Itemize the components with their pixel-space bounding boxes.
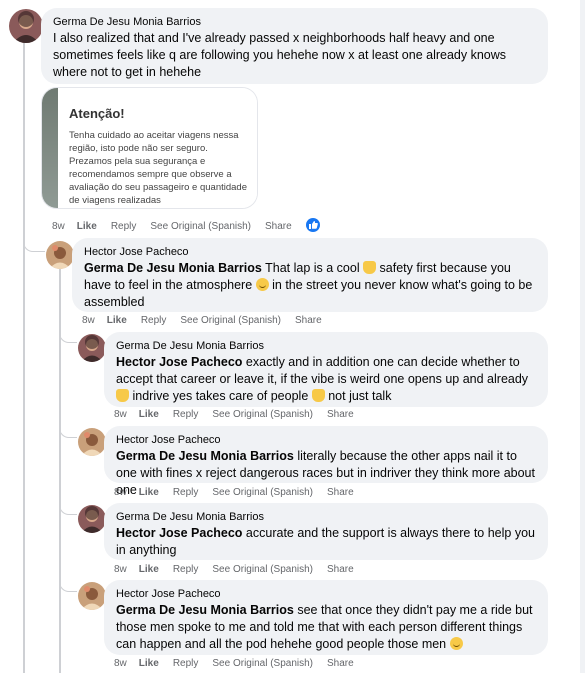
avatar[interactable]: [78, 334, 106, 362]
comment-author[interactable]: Germa De Jesu Monia Barrios: [53, 15, 536, 29]
avatar[interactable]: [46, 241, 74, 269]
comment-text: Germa De Jesu Monia Barrios see that onc…: [116, 602, 536, 653]
see-original-link[interactable]: See Original (Spanish): [150, 221, 251, 232]
comment-bubble: Hector Jose Pacheco Germa De Jesu Monia …: [104, 426, 548, 497]
see-original-link[interactable]: See Original (Spanish): [212, 487, 313, 498]
text-segment: That lap is a cool: [261, 261, 364, 275]
avatar[interactable]: [78, 505, 106, 533]
scrollbar-track[interactable]: [580, 0, 585, 673]
like-button[interactable]: Like: [77, 221, 97, 232]
like-button[interactable]: Like: [139, 487, 159, 498]
thumbs-up-emoji: [116, 389, 129, 402]
comment-actions: 8w Like Reply See Original (Spanish) Share: [52, 218, 334, 233]
comment-actions: 8w Like Reply See Original (Spanish) Share: [114, 658, 368, 670]
comment-actions: 8w Like Reply See Original (Spanish) Share: [82, 315, 336, 327]
share-button[interactable]: Share: [265, 221, 292, 232]
like-button[interactable]: Like: [139, 564, 159, 575]
reply-button[interactable]: Reply: [111, 221, 137, 232]
thread-elbow: [59, 325, 77, 343]
avatar[interactable]: [78, 582, 106, 610]
reply-button[interactable]: Reply: [141, 315, 167, 326]
share-button[interactable]: Share: [295, 315, 322, 326]
thread-line-main: [23, 42, 25, 673]
comment-text: Hector Jose Pacheco accurate and the sup…: [116, 525, 536, 559]
comment-bubble: Hector Jose Pacheco Germa De Jesu Monia …: [104, 580, 548, 655]
comment-bubble: Hector Jose Pacheco Germa De Jesu Monia …: [72, 238, 548, 312]
reply-button[interactable]: Reply: [173, 658, 199, 669]
comment-author[interactable]: Hector Jose Pacheco: [116, 433, 536, 447]
attachment-body: Tenha cuidado ao aceitar viagens nessa r…: [69, 130, 247, 206]
timestamp[interactable]: 8w: [114, 658, 127, 669]
mention-link[interactable]: Hector Jose Pacheco: [116, 526, 242, 540]
comment-bubble: Germa De Jesu Monia Barrios Hector Jose …: [104, 332, 548, 407]
raising-hands-emoji: [311, 389, 325, 402]
thumbs-up-icon[interactable]: [305, 218, 320, 232]
attachment-background: [42, 88, 58, 208]
timestamp[interactable]: 8w: [82, 315, 95, 326]
reply-button[interactable]: Reply: [173, 487, 199, 498]
see-original-link[interactable]: See Original (Spanish): [212, 409, 313, 420]
comment-actions: 8w Like Reply See Original (Spanish) Share: [114, 564, 368, 576]
text-segment: indrive yes takes care of people: [129, 389, 312, 403]
mention-link[interactable]: Germa De Jesu Monia Barrios: [84, 261, 262, 275]
see-original-link[interactable]: See Original (Spanish): [212, 564, 313, 575]
comment-author[interactable]: Hector Jose Pacheco: [116, 587, 536, 601]
thread-line-reply: [59, 262, 61, 673]
thread-elbow: [59, 497, 77, 515]
smiling-face-emoji: [449, 637, 463, 650]
comment-actions: 8w Like Reply See Original (Spanish) Share: [114, 487, 368, 499]
text-segment: not just talk: [324, 389, 392, 403]
share-button[interactable]: Share: [327, 658, 354, 669]
comment-text: I also realized that and I've already pa…: [53, 31, 507, 79]
reply-button[interactable]: Reply: [173, 564, 199, 575]
mention-link[interactable]: Hector Jose Pacheco: [116, 355, 242, 369]
like-button[interactable]: Like: [107, 315, 127, 326]
mention-link[interactable]: Germa De Jesu Monia Barrios: [116, 449, 294, 463]
thread-elbow: [59, 420, 77, 438]
timestamp[interactable]: 8w: [114, 487, 127, 498]
comment-actions: 8w Like Reply See Original (Spanish) Share: [114, 409, 368, 421]
smiling-face-emoji: [255, 278, 269, 291]
comment-author[interactable]: Germa De Jesu Monia Barrios: [116, 510, 536, 524]
share-button[interactable]: Share: [327, 487, 354, 498]
like-button[interactable]: Like: [139, 409, 159, 420]
timestamp[interactable]: 8w: [114, 564, 127, 575]
avatar[interactable]: [78, 428, 106, 456]
image-attachment[interactable]: Atenção! Tenha cuidado ao aceitar viagen…: [41, 87, 258, 209]
mention-link[interactable]: Germa De Jesu Monia Barrios: [116, 603, 294, 617]
avatar[interactable]: [9, 9, 43, 43]
attachment-title: Atenção!: [69, 106, 125, 121]
comment-text: Hector Jose Pacheco exactly and in addit…: [116, 354, 536, 405]
thread-elbow: [59, 574, 77, 592]
reply-button[interactable]: Reply: [173, 409, 199, 420]
like-button[interactable]: Like: [139, 658, 159, 669]
timestamp[interactable]: 8w: [52, 221, 65, 232]
thread-elbow: [23, 232, 45, 252]
see-original-link[interactable]: See Original (Spanish): [180, 315, 281, 326]
comment-bubble: Germa De Jesu Monia Barrios Hector Jose …: [104, 503, 548, 560]
see-original-link[interactable]: See Original (Spanish): [212, 658, 313, 669]
comment-author[interactable]: Germa De Jesu Monia Barrios: [116, 339, 536, 353]
share-button[interactable]: Share: [327, 409, 354, 420]
raising-hands-emoji: [363, 261, 377, 274]
share-button[interactable]: Share: [327, 564, 354, 575]
attachment-card: Atenção! Tenha cuidado ao aceitar viagen…: [58, 88, 257, 208]
comment-text: Germa De Jesu Monia Barrios That lap is …: [84, 260, 536, 311]
timestamp[interactable]: 8w: [114, 409, 127, 420]
comment-bubble: Germa De Jesu Monia Barrios I also reali…: [41, 8, 548, 84]
comment-author[interactable]: Hector Jose Pacheco: [84, 245, 536, 259]
